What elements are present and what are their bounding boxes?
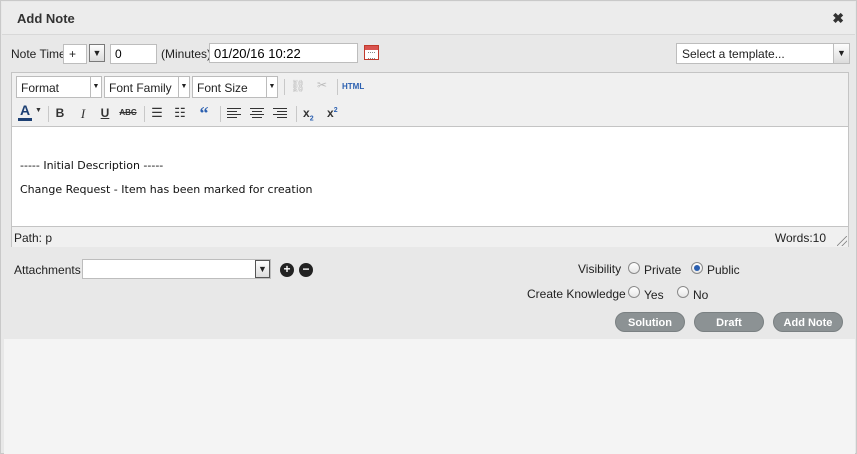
align-right-icon[interactable] [273, 108, 287, 120]
font-family-label: Font Family [109, 81, 172, 95]
html-source-button[interactable]: HTML [342, 82, 364, 91]
draft-button[interactable]: Draft [694, 312, 764, 332]
toolbar-separator [284, 79, 285, 95]
blockquote-icon[interactable]: “ [196, 103, 212, 124]
toolbar-separator [144, 106, 145, 122]
close-icon[interactable]: ✖ [832, 10, 844, 27]
attachments-select[interactable]: ▼ [82, 259, 271, 279]
content-line: Change Request - Item has been marked fo… [20, 183, 313, 196]
resize-grip-icon[interactable] [837, 236, 847, 246]
dialog-titlebar: Add Note ✖ [2, 2, 855, 35]
note-time-sign-value: + [69, 47, 77, 61]
chevron-down-icon[interactable]: ▼ [35, 107, 42, 114]
dialog-title: Add Note [17, 11, 75, 26]
align-center-icon[interactable] [250, 108, 264, 120]
minutes-input[interactable] [110, 44, 157, 64]
visibility-public-radio[interactable] [691, 262, 703, 274]
chevron-down-icon: ▼ [266, 77, 277, 97]
note-time-sign-select[interactable]: + [63, 44, 87, 64]
remove-icon[interactable]: − [299, 263, 313, 277]
toolbar-separator [337, 79, 338, 95]
numbered-list-icon[interactable]: ☷ [172, 105, 188, 121]
dialog-lower-area [4, 339, 855, 454]
toolbar-separator [220, 106, 221, 122]
visibility-public-label: Public [707, 263, 740, 277]
chevron-down-icon: ▼ [90, 77, 101, 97]
font-size-label: Font Size [197, 81, 248, 95]
visibility-label: Visibility [578, 262, 622, 276]
link-icon[interactable]: ⛓ [290, 79, 306, 93]
italic-icon[interactable]: I [76, 106, 90, 122]
add-note-dialog: Add Note ✖ Note Time + ▼ (Minutes) Selec… [0, 0, 857, 454]
content-line: ----- Initial Description ----- [20, 159, 164, 172]
add-icon[interactable]: + [280, 263, 294, 277]
editor-statusbar: Path: p Words:10 [12, 228, 848, 247]
toolbar-separator [296, 106, 297, 122]
knowledge-no-label: No [693, 288, 709, 302]
superscript-icon[interactable]: x2 [327, 106, 338, 120]
align-left-icon[interactable] [227, 108, 241, 120]
bold-icon[interactable]: B [53, 106, 67, 120]
editor-toolbar-top: Format ▼ Font Family ▼ Font Size ▼ ⛓ ✂ H… [16, 76, 846, 98]
font-color-icon[interactable]: A [18, 103, 32, 121]
template-placeholder: Select a template... [682, 47, 785, 61]
font-family-select[interactable]: Font Family ▼ [104, 76, 190, 98]
visibility-private-label: Private [644, 263, 682, 277]
chevron-down-icon[interactable]: ▼ [833, 44, 849, 63]
underline-icon[interactable]: U [98, 106, 112, 120]
calendar-icon[interactable] [364, 45, 379, 60]
visibility-private-radio[interactable] [628, 262, 640, 274]
chevron-down-icon[interactable]: ▼ [255, 260, 270, 278]
bullet-list-icon[interactable]: ☰ [149, 105, 165, 121]
create-knowledge-label: Create Knowledge [527, 287, 626, 301]
format-label: Format [21, 81, 60, 95]
template-select[interactable]: Select a template... ▼ [676, 43, 850, 64]
knowledge-no-radio[interactable] [677, 286, 689, 298]
strikethrough-icon[interactable]: ABC [118, 108, 138, 117]
minutes-unit-label: (Minutes) [161, 47, 212, 61]
toolbar-separator [48, 106, 49, 122]
unlink-icon[interactable]: ✂ [314, 78, 330, 92]
editor-toolbar-bottom: A ▼ B I U ABC ☰ ☷ “ x2 x2 [16, 103, 846, 125]
note-time-label: Note Time [11, 47, 66, 61]
rich-text-editor: Format ▼ Font Family ▼ Font Size ▼ ⛓ ✂ H… [11, 72, 849, 247]
add-note-button[interactable]: Add Note [773, 312, 843, 332]
font-size-select[interactable]: Font Size ▼ [192, 76, 278, 98]
chevron-down-icon: ▼ [178, 77, 189, 97]
subscript-icon[interactable]: x2 [303, 106, 314, 122]
chevron-down-icon[interactable]: ▼ [89, 44, 105, 62]
solution-button[interactable]: Solution [615, 312, 685, 332]
datetime-input[interactable] [209, 43, 358, 63]
attachments-label: Attachments [14, 263, 81, 277]
editor-content-area[interactable]: ----- Initial Description ----- Change R… [12, 126, 848, 227]
word-count: Words:10 [774, 231, 826, 245]
knowledge-yes-label: Yes [644, 288, 664, 302]
format-select[interactable]: Format ▼ [16, 76, 102, 98]
editor-path: Path: p [14, 231, 53, 245]
knowledge-yes-radio[interactable] [628, 286, 640, 298]
